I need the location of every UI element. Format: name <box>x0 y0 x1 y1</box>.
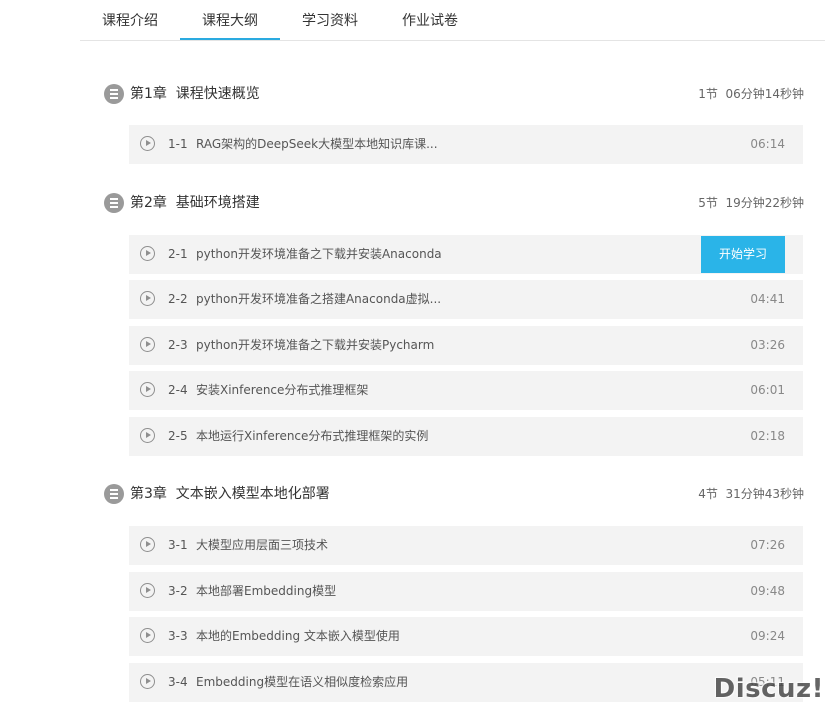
chapter-header: 第2章 基础环境搭建 5节 19分钟22秒钟 <box>104 192 804 214</box>
tab-study-materials[interactable]: 学习资料 <box>280 0 380 40</box>
chapter-list-icon <box>104 84 124 104</box>
lesson-number: 2-4 <box>168 383 188 397</box>
play-icon <box>140 674 155 689</box>
course-outline-page: 课程介绍 课程大纲 学习资料 作业试卷 第1章 课程快速概览 1节 06分钟14… <box>0 0 838 712</box>
chapter-meta: 1节 06分钟14秒钟 <box>698 87 804 101</box>
lesson-title: 大模型应用层面三项技术 <box>196 538 329 552</box>
play-icon <box>140 583 155 598</box>
lesson-title: 本地运行Xinference分布式推理框架的实例 <box>196 429 429 443</box>
lesson-duration: 06:01 <box>750 383 785 397</box>
play-icon <box>140 428 155 443</box>
lesson-title: RAG架构的DeepSeek大模型本地知识库课... <box>196 137 438 151</box>
lesson-duration: 04:41 <box>750 292 785 306</box>
lesson-item[interactable]: 3-3 本地的Embedding 文本嵌入模型使用 09:24 <box>129 617 803 656</box>
play-icon <box>140 628 155 643</box>
chapter-title: 第3章 文本嵌入模型本地化部署 <box>130 486 330 502</box>
play-icon <box>140 291 155 306</box>
chapter-meta: 4节 31分钟43秒钟 <box>698 487 804 501</box>
lesson-duration: 09:24 <box>750 629 785 643</box>
lesson-number: 3-4 <box>168 675 188 689</box>
start-learning-button[interactable]: 开始学习 <box>701 236 785 273</box>
play-icon <box>140 246 155 261</box>
play-icon <box>140 382 155 397</box>
discuz-watermark: Discuz! <box>713 674 824 704</box>
chapter-meta: 5节 19分钟22秒钟 <box>698 196 804 210</box>
lesson-item[interactable]: 1-1 RAG架构的DeepSeek大模型本地知识库课... 06:14 <box>129 125 803 164</box>
lesson-number: 1-1 <box>168 137 188 151</box>
lesson-number: 3-1 <box>168 538 188 552</box>
lesson-duration: 06:14 <box>750 137 785 151</box>
lesson-title: 本地部署Embedding模型 <box>196 584 337 598</box>
course-tabs: 课程介绍 课程大纲 学习资料 作业试卷 <box>80 0 825 41</box>
lesson-title: python开发环境准备之搭建Anaconda虚拟... <box>196 292 442 306</box>
chapter-list-icon <box>104 193 124 213</box>
lesson-item[interactable]: 3-2 本地部署Embedding模型 09:48 <box>129 572 803 611</box>
lesson-item[interactable]: 3-1 大模型应用层面三项技术 07:26 <box>129 526 803 565</box>
lesson-item[interactable]: 2-3 python开发环境准备之下载并安装Pycharm 03:26 <box>129 326 803 365</box>
lesson-item[interactable]: 2-4 安装Xinference分布式推理框架 06:01 <box>129 371 803 410</box>
lesson-item[interactable]: 2-5 本地运行Xinference分布式推理框架的实例 02:18 <box>129 417 803 456</box>
lesson-duration: 02:18 <box>750 429 785 443</box>
chapter-header: 第3章 文本嵌入模型本地化部署 4节 31分钟43秒钟 <box>104 483 804 505</box>
play-icon <box>140 136 155 151</box>
lesson-duration: 07:26 <box>750 538 785 552</box>
chapter-list-icon <box>104 484 124 504</box>
lesson-number: 3-2 <box>168 584 188 598</box>
lesson-item[interactable]: 3-4 Embedding模型在语义相似度检索应用 05:11 <box>129 663 803 702</box>
lesson-title: Embedding模型在语义相似度检索应用 <box>196 675 409 689</box>
lesson-item[interactable]: 2-1 python开发环境准备之下载并安装Anaconda 开始学习 <box>129 235 803 274</box>
lesson-number: 3-3 <box>168 629 188 643</box>
tab-course-intro[interactable]: 课程介绍 <box>80 0 180 40</box>
lesson-number: 2-1 <box>168 247 188 261</box>
lesson-title: python开发环境准备之下载并安装Anaconda <box>196 247 442 261</box>
lesson-duration: 03:26 <box>750 338 785 352</box>
lesson-item[interactable]: 2-2 python开发环境准备之搭建Anaconda虚拟... 04:41 <box>129 280 803 319</box>
tab-homework-exams[interactable]: 作业试卷 <box>380 0 480 40</box>
lesson-duration: 09:48 <box>750 584 785 598</box>
lesson-number: 2-3 <box>168 338 188 352</box>
chapter-header: 第1章 课程快速概览 1节 06分钟14秒钟 <box>104 83 804 105</box>
play-icon <box>140 337 155 352</box>
lesson-title: 安装Xinference分布式推理框架 <box>196 383 369 397</box>
tab-course-outline[interactable]: 课程大纲 <box>180 0 280 40</box>
lesson-number: 2-2 <box>168 292 188 306</box>
lesson-title: python开发环境准备之下载并安装Pycharm <box>196 338 435 352</box>
lesson-number: 2-5 <box>168 429 188 443</box>
chapter-title: 第1章 课程快速概览 <box>130 86 260 102</box>
chapter-title: 第2章 基础环境搭建 <box>130 195 260 211</box>
lesson-title: 本地的Embedding 文本嵌入模型使用 <box>196 629 400 643</box>
play-icon <box>140 537 155 552</box>
